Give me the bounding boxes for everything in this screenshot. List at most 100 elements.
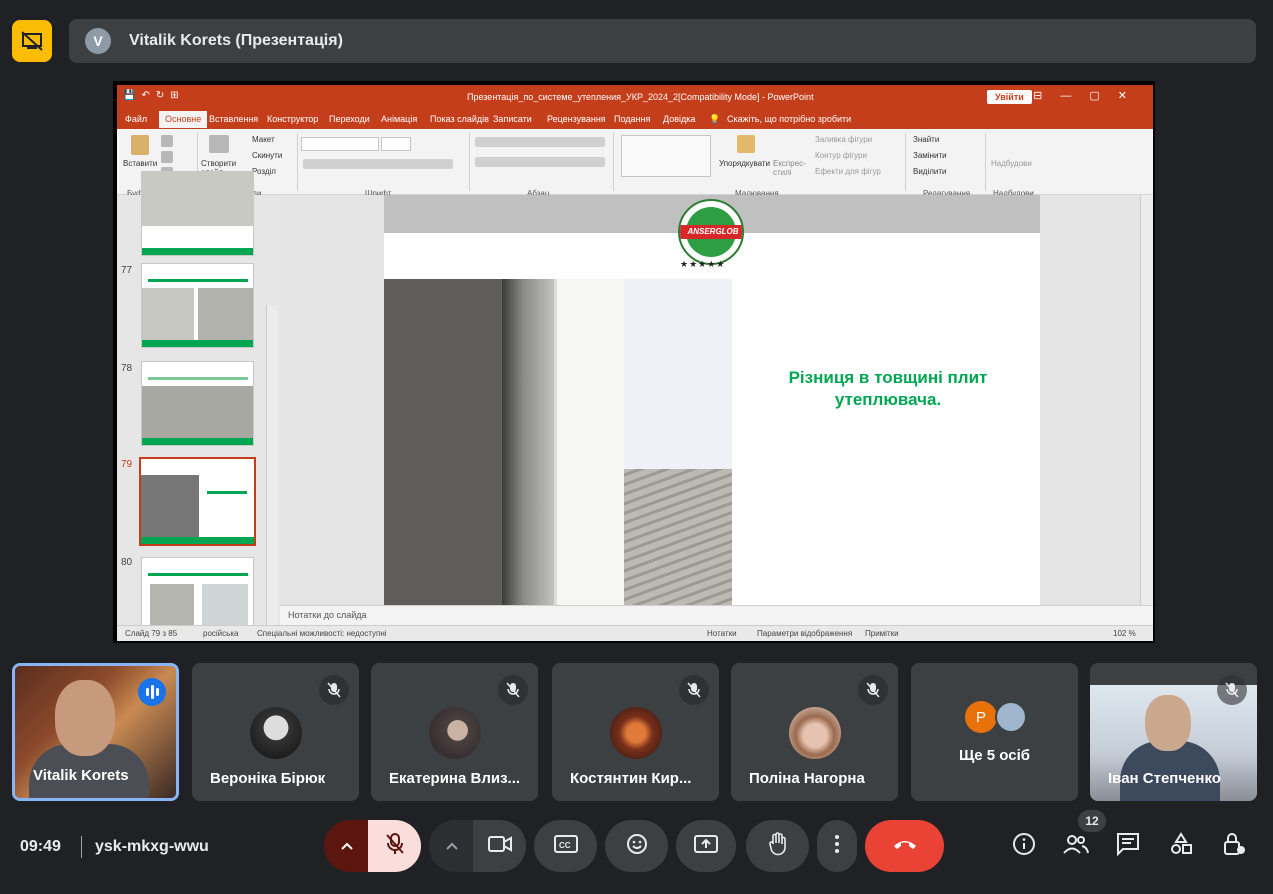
slide-thumbnail[interactable] [141, 171, 254, 256]
participant-tile[interactable]: Вероніка Бірюк [192, 663, 359, 801]
lightbulb-icon: 💡 [709, 114, 721, 124]
section-button[interactable]: Розділ [252, 167, 276, 176]
video-options-button[interactable] [429, 820, 475, 872]
participant-tile[interactable]: Екатерина Влиз... [371, 663, 538, 801]
tab-help[interactable]: Довідка [663, 114, 695, 124]
comments-button[interactable]: Примітки [865, 629, 899, 638]
tab-insert[interactable]: Вставлення [209, 114, 258, 124]
cut-icon[interactable] [161, 135, 173, 147]
hand-icon [768, 831, 788, 861]
notes-pane[interactable]: Нотатки до слайда [280, 605, 1153, 625]
more-options-button[interactable] [817, 820, 857, 872]
find-button[interactable]: Знайти [913, 135, 939, 144]
captions-icon: CC [553, 834, 578, 859]
leave-call-button[interactable] [865, 820, 944, 872]
paragraph-icons[interactable] [475, 137, 605, 147]
participant-name: Екатерина Влиз... [389, 770, 521, 787]
present-screen-icon [694, 834, 718, 859]
current-slide: ANSERGLOB ★★★★★ Різниця в товщині плит у… [384, 195, 1040, 605]
slide-thumbnail[interactable] [141, 263, 254, 348]
activities-button[interactable] [1165, 830, 1197, 862]
info-icon [1012, 832, 1036, 861]
layout-button[interactable]: Макет [252, 135, 275, 144]
new-slide-icon[interactable] [209, 135, 229, 153]
tab-file[interactable]: Файл [125, 114, 147, 124]
tab-transitions[interactable]: Переходи [329, 114, 370, 124]
accessibility-status[interactable]: Спеціальні можливості: недоступні [257, 629, 387, 638]
slide-canvas: ANSERGLOB ★★★★★ Різниця в товщині плит у… [280, 195, 1140, 605]
window-controls[interactable]: ⊟—▢✕ [1033, 89, 1145, 102]
audio-options-button[interactable] [324, 820, 370, 872]
font-name-box[interactable] [301, 137, 379, 151]
thumbnails-scrollbar[interactable] [266, 305, 278, 641]
font-size-box[interactable] [381, 137, 411, 151]
tell-me-input[interactable]: Скажіть, що потрібно зробити [727, 114, 851, 124]
raise-hand-button[interactable] [746, 820, 809, 872]
tab-review[interactable]: Рецензування [547, 114, 606, 124]
slide-headline: Різниця в товщині плит утеплювача. [788, 368, 988, 409]
present-screen-button[interactable] [676, 820, 736, 872]
meeting-controls-bar: 09:49 ysk-mkxg-wwu CC 12 [0, 810, 1273, 894]
shape-fill-button[interactable]: Заливка фігури [815, 135, 872, 144]
host-controls-button[interactable] [1218, 830, 1250, 862]
paste-button[interactable]: Вставити [123, 159, 157, 168]
speaking-indicator-icon [138, 678, 166, 706]
participant-tile[interactable]: Поліна Нагорна [731, 663, 898, 801]
slide-scrollbar[interactable] [1140, 195, 1153, 605]
select-button[interactable]: Виділити [913, 167, 947, 176]
slide-photo [384, 279, 732, 605]
arrange-icon[interactable] [737, 135, 755, 153]
addins-button[interactable]: Надбудови [991, 159, 1032, 168]
font-format-icons[interactable] [303, 159, 453, 169]
participant-tile[interactable]: Костянтин Кир... [552, 663, 719, 801]
copy-icon[interactable] [161, 151, 173, 163]
avatar: P [965, 701, 997, 733]
people-icon [1063, 833, 1089, 860]
tab-slideshow[interactable]: Показ слайдів [430, 114, 489, 124]
slide-thumbnail-selected[interactable] [139, 457, 256, 546]
tab-home[interactable]: Основне [159, 111, 208, 128]
notes-toggle[interactable]: Нотатки [707, 629, 737, 638]
quick-styles-button[interactable]: Експрес-стилі [773, 159, 809, 177]
language-status[interactable]: російська [203, 629, 238, 638]
reset-button[interactable]: Скинути [252, 151, 282, 160]
chat-button[interactable] [1112, 830, 1144, 862]
meeting-details-button[interactable] [1008, 830, 1040, 862]
shapes-gallery[interactable] [621, 135, 711, 177]
more-participants-tile[interactable]: P Ще 5 осіб [911, 663, 1078, 801]
top-bar: V Vitalik Korets (Презентація) [0, 0, 1273, 80]
participant-name: Іван Степченко [1108, 770, 1221, 787]
arrange-button[interactable]: Упорядкувати [719, 159, 770, 168]
tab-view[interactable]: Подання [614, 114, 650, 124]
display-settings-button[interactable]: Параметри відображення [757, 629, 852, 638]
tab-animations[interactable]: Анімація [381, 114, 417, 124]
shape-effects-button[interactable]: Ефекти для фігур [815, 167, 881, 176]
presentation-icon[interactable] [12, 20, 52, 62]
participant-tile[interactable]: Іван Степченко [1090, 663, 1257, 801]
tab-record[interactable]: Записати [493, 114, 532, 124]
camera-toggle[interactable] [473, 820, 526, 872]
tab-design[interactable]: Конструктор [267, 114, 318, 124]
ribbon-tabs: Файл Основне Вставлення Конструктор Пере… [117, 109, 1153, 129]
sign-in-button[interactable]: Увійти [987, 90, 1032, 104]
shape-outline-button[interactable]: Контур фігури [815, 151, 867, 160]
replace-button[interactable]: Замінити [913, 151, 947, 160]
alignment-icons[interactable] [475, 157, 605, 167]
logo-stars: ★★★★★ [680, 259, 726, 269]
meeting-code[interactable]: ysk-mkxg-wwu [95, 838, 209, 856]
mic-off-icon [858, 675, 888, 705]
zoom-level[interactable]: 102 % [1113, 629, 1136, 638]
participant-name: Поліна Нагорна [749, 770, 865, 787]
mic-off-icon [385, 832, 405, 860]
participant-tile[interactable]: Vitalik Korets [12, 663, 179, 801]
people-button[interactable] [1060, 830, 1092, 862]
captions-button[interactable]: CC [534, 820, 597, 872]
thumb-number: 79 [121, 459, 133, 470]
reactions-button[interactable] [605, 820, 668, 872]
slide-thumbnails-pane: 77 78 79 80 [117, 171, 280, 641]
avatar [995, 701, 1027, 733]
microphone-toggle[interactable] [368, 820, 421, 872]
slide-thumbnail[interactable] [141, 361, 254, 446]
paste-icon[interactable] [131, 135, 149, 155]
quick-access-icons[interactable]: 💾↶↻⊞ [123, 90, 185, 101]
